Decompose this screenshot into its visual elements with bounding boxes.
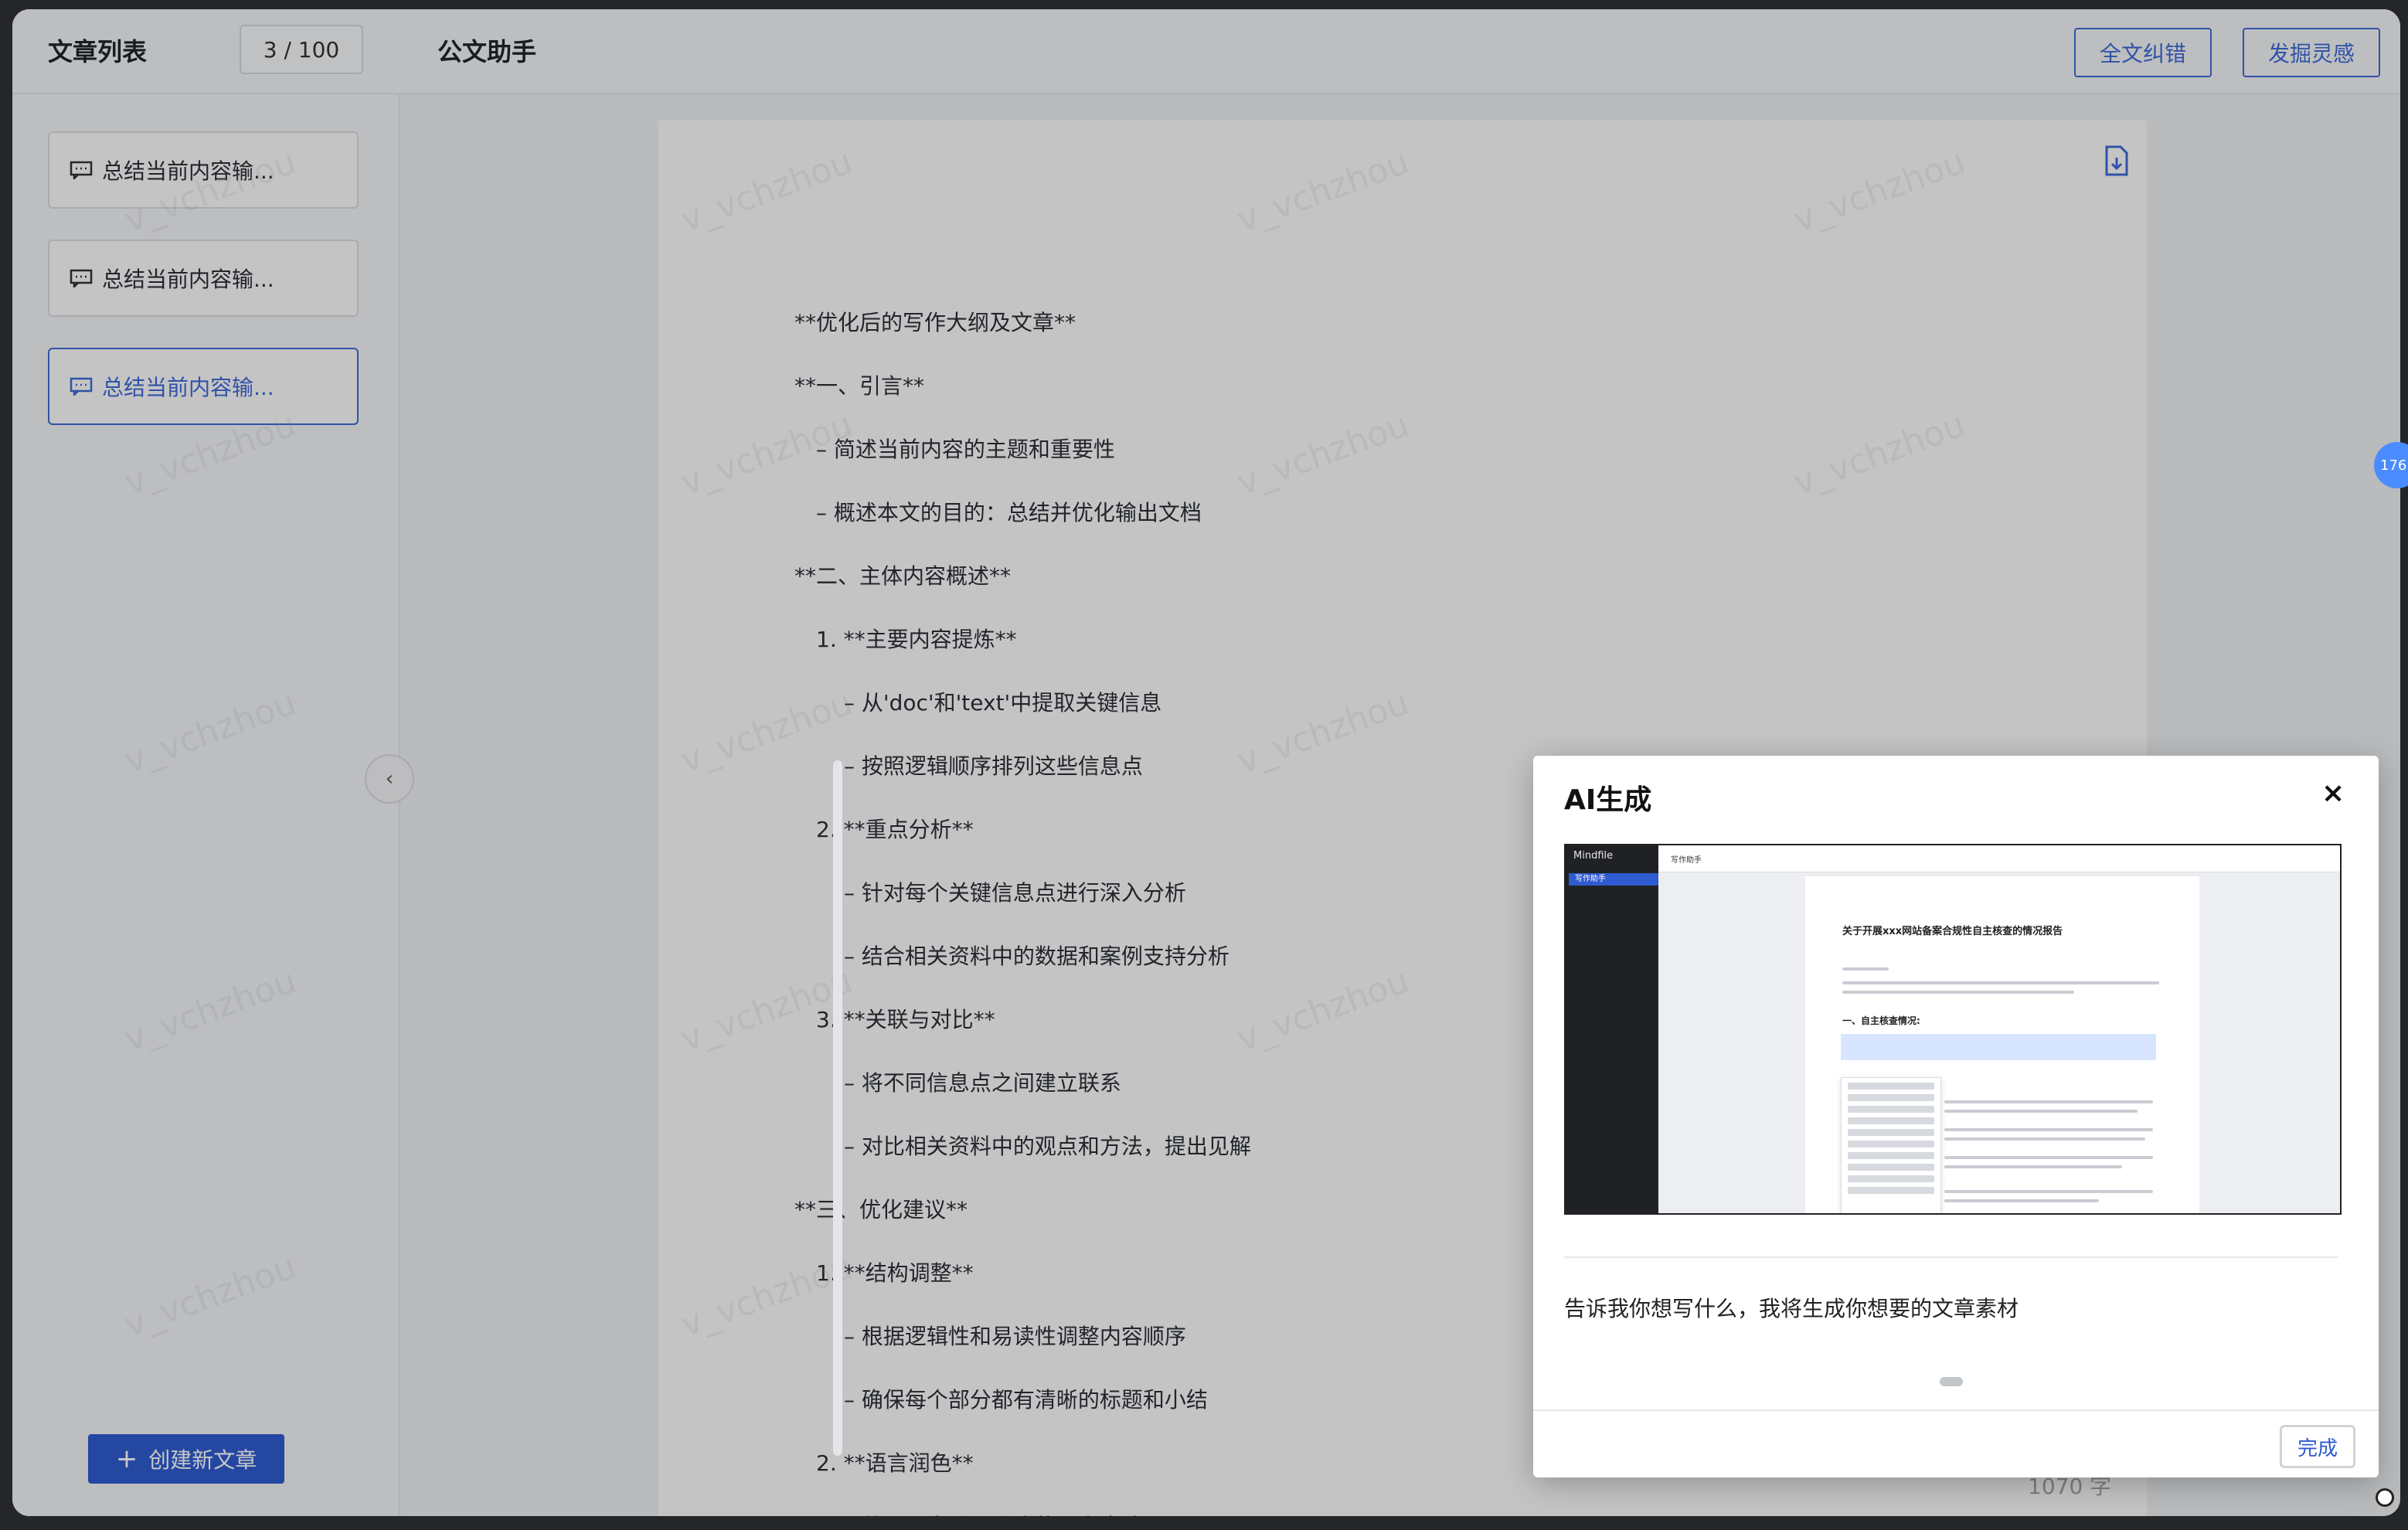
dialog-description: 告诉我你想写什么，我将生成你想要的文章素材	[1564, 1296, 2019, 1321]
dialog-divider	[1564, 1256, 2338, 1258]
preview-text-line	[1944, 1137, 2145, 1141]
preview-dropdown-menu	[1841, 1077, 1941, 1213]
preview-text-line	[1842, 991, 2074, 994]
preview-highlight	[1841, 1034, 2156, 1060]
preview-page: 关于开展xxx网站备案合规性自主核查的情况报告 一、自主核查情况:	[1805, 876, 2199, 1213]
carousel-indicator[interactable]	[1940, 1377, 1963, 1386]
ai-generate-dialog: AI生成 × Mindfile 写作助手 写作助手 关于开展xxx网站备案合规性…	[1533, 756, 2379, 1477]
preview-text-line	[1944, 1156, 2153, 1159]
dialog-title: AI生成	[1564, 784, 1652, 816]
preview-text-line	[1944, 1110, 2138, 1113]
preview-sidebar: Mindfile 写作助手	[1566, 845, 1658, 1213]
preview-text-line	[1944, 1128, 2153, 1131]
preview-text-line	[1944, 1199, 2099, 1202]
resize-handle[interactable]	[2376, 1488, 2394, 1507]
done-button[interactable]: 完成	[2280, 1425, 2355, 1468]
preview-image: Mindfile 写作助手 写作助手 关于开展xxx网站备案合规性自主核查的情况…	[1564, 844, 2342, 1215]
preview-text-line	[1944, 1100, 2153, 1103]
preview-header: 写作助手	[1658, 845, 2340, 872]
preview-nav-item: 写作助手	[1569, 873, 1658, 886]
dialog-footer-divider	[1533, 1409, 2379, 1411]
preview-section-title: 一、自主核查情况:	[1842, 1015, 1920, 1026]
preview-header-title: 写作助手	[1671, 856, 1702, 865]
close-icon[interactable]: ×	[2321, 777, 2345, 809]
dialog-scrollbar[interactable]	[833, 760, 842, 1456]
preview-app-name: Mindfile	[1573, 850, 1614, 862]
preview-text-line	[1842, 981, 2159, 984]
preview-text-line	[1944, 1165, 2122, 1168]
preview-text-line	[1944, 1190, 2153, 1193]
preview-doc-title: 关于开展xxx网站备案合规性自主核查的情况报告	[1842, 926, 2063, 937]
preview-text-line	[1842, 967, 1889, 971]
